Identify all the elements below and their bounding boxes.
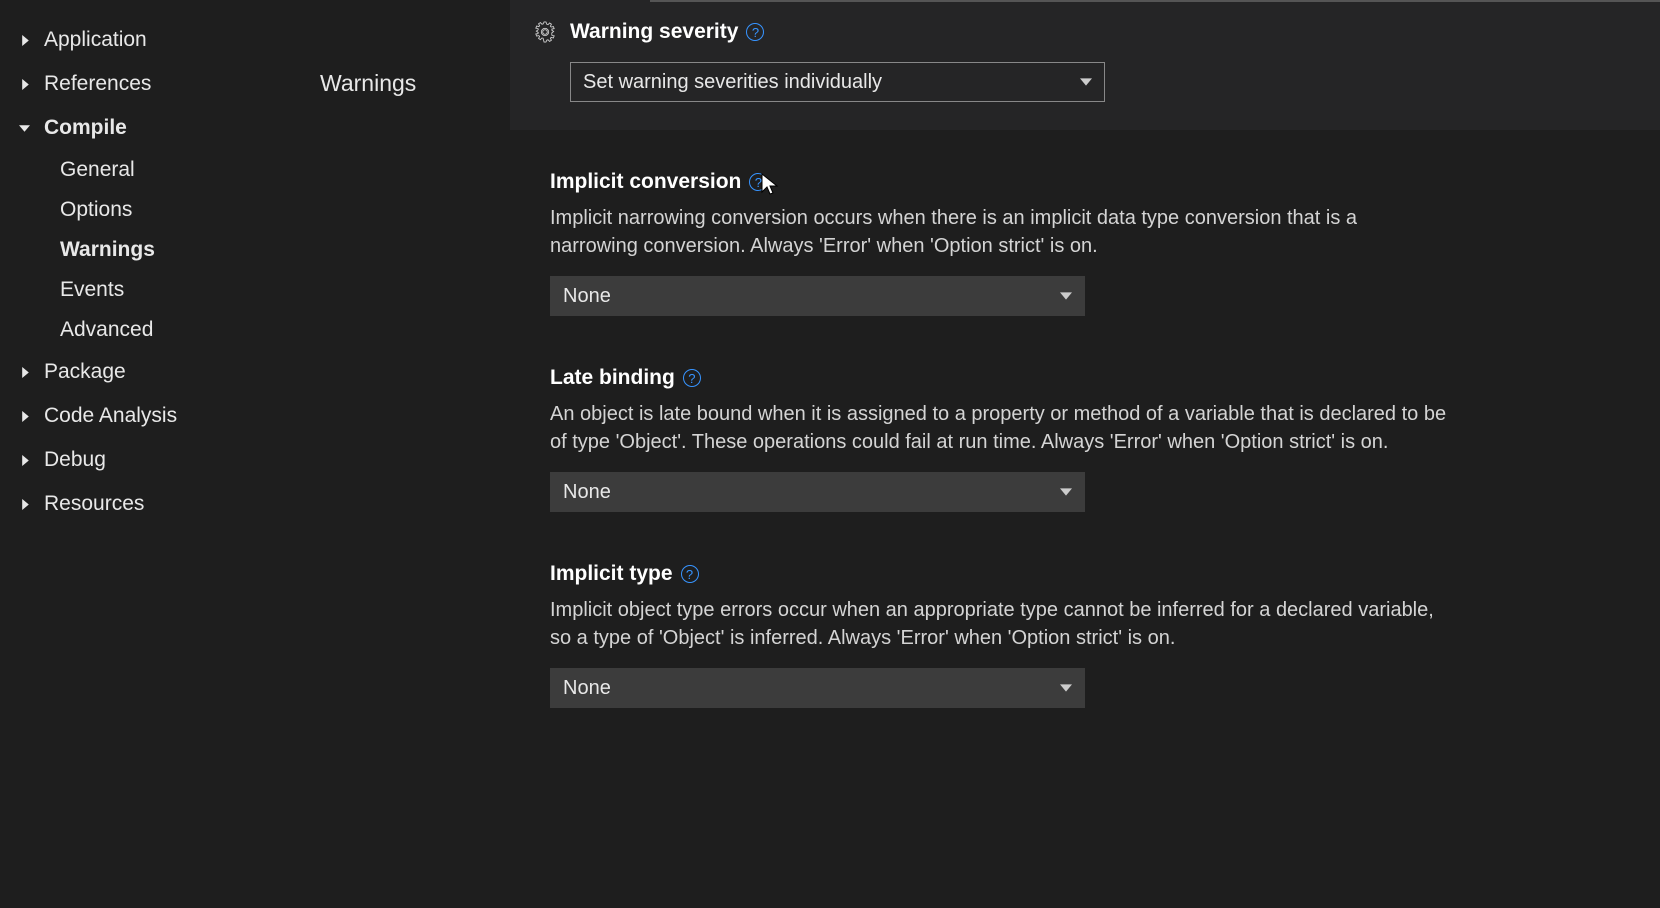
- gear-icon: [534, 21, 556, 43]
- implicit-type-dropdown[interactable]: None: [550, 668, 1085, 708]
- warning-severity-panel: Warning severity ? Set warning severitie…: [510, 0, 1660, 130]
- late-binding-header: Late binding ?: [550, 366, 1660, 390]
- implicit-type-header: Implicit type ?: [550, 562, 1660, 586]
- sidebar-item-label: References: [44, 72, 151, 96]
- dropdown-value: None: [563, 285, 611, 308]
- sidebar-item-label: Application: [44, 28, 147, 52]
- help-icon[interactable]: ?: [749, 173, 767, 191]
- warning-severity-label: Warning severity: [570, 20, 738, 44]
- caret-right-icon: [18, 409, 32, 423]
- late-binding-label: Late binding: [550, 366, 675, 390]
- sidebar-item-application[interactable]: Application: [18, 18, 320, 62]
- sidebar-item-general[interactable]: General: [60, 150, 320, 190]
- sidebar-item-label: Events: [60, 278, 124, 301]
- sidebar-item-options[interactable]: Options: [60, 190, 320, 230]
- caret-right-icon: [18, 365, 32, 379]
- implicit-conversion-dropdown[interactable]: None: [550, 276, 1085, 316]
- late-binding-dropdown[interactable]: None: [550, 472, 1085, 512]
- divider: [650, 0, 1660, 2]
- sidebar-item-compile[interactable]: Compile: [18, 106, 320, 150]
- sidebar-item-events[interactable]: Events: [60, 270, 320, 310]
- sidebar-item-package[interactable]: Package: [18, 350, 320, 394]
- section-title-column: Warnings: [320, 0, 510, 908]
- sidebar-item-code-analysis[interactable]: Code Analysis: [18, 394, 320, 438]
- implicit-type-description: Implicit object type errors occur when a…: [550, 596, 1450, 652]
- late-binding-group: Late binding ? An object is late bound w…: [510, 366, 1660, 562]
- caret-right-icon: [18, 33, 32, 47]
- help-icon[interactable]: ?: [683, 369, 701, 387]
- settings-column: Warning severity ? Set warning severitie…: [510, 0, 1660, 908]
- implicit-type-label: Implicit type: [550, 562, 673, 586]
- sidebar-item-label: Debug: [44, 448, 106, 472]
- sidebar-children-compile: General Options Warnings Events Advanced: [18, 150, 320, 350]
- sidebar-item-advanced[interactable]: Advanced: [60, 310, 320, 350]
- sidebar-item-label: Warnings: [60, 238, 155, 261]
- chevron-down-icon: [1080, 75, 1094, 89]
- chevron-down-icon: [1060, 289, 1074, 303]
- help-icon[interactable]: ?: [746, 23, 764, 41]
- implicit-conversion-label: Implicit conversion: [550, 170, 741, 194]
- warning-severity-dropdown[interactable]: Set warning severities individually: [570, 62, 1105, 102]
- sidebar-item-label: Options: [60, 198, 132, 221]
- implicit-conversion-group: Implicit conversion ? Implicit narrowing…: [510, 130, 1660, 366]
- sidebar-item-debug[interactable]: Debug: [18, 438, 320, 482]
- late-binding-description: An object is late bound when it is assig…: [550, 400, 1450, 456]
- warning-severity-header: Warning severity ?: [534, 20, 1636, 44]
- dropdown-value: None: [563, 677, 611, 700]
- sidebar-item-label: Advanced: [60, 318, 153, 341]
- implicit-type-group: Implicit type ? Implicit object type err…: [510, 562, 1660, 758]
- sidebar-item-references[interactable]: References: [18, 62, 320, 106]
- caret-down-icon: [18, 121, 32, 135]
- sidebar-item-resources[interactable]: Resources: [18, 482, 320, 526]
- sidebar-item-label: General: [60, 158, 135, 181]
- section-title: Warnings: [320, 70, 510, 97]
- help-icon[interactable]: ?: [681, 565, 699, 583]
- caret-right-icon: [18, 497, 32, 511]
- implicit-conversion-description: Implicit narrowing conversion occurs whe…: [550, 204, 1450, 260]
- sidebar-item-label: Resources: [44, 492, 144, 516]
- sidebar-item-label: Package: [44, 360, 126, 384]
- dropdown-value: Set warning severities individually: [583, 71, 882, 94]
- chevron-down-icon: [1060, 681, 1074, 695]
- caret-right-icon: [18, 453, 32, 467]
- implicit-conversion-header: Implicit conversion ?: [550, 170, 1660, 194]
- sidebar-item-label: Compile: [44, 116, 127, 140]
- sidebar-item-warnings[interactable]: Warnings: [60, 230, 320, 270]
- caret-right-icon: [18, 77, 32, 91]
- dropdown-value: None: [563, 481, 611, 504]
- sidebar: Application References Compile General O…: [0, 0, 320, 908]
- chevron-down-icon: [1060, 485, 1074, 499]
- sidebar-item-label: Code Analysis: [44, 404, 177, 428]
